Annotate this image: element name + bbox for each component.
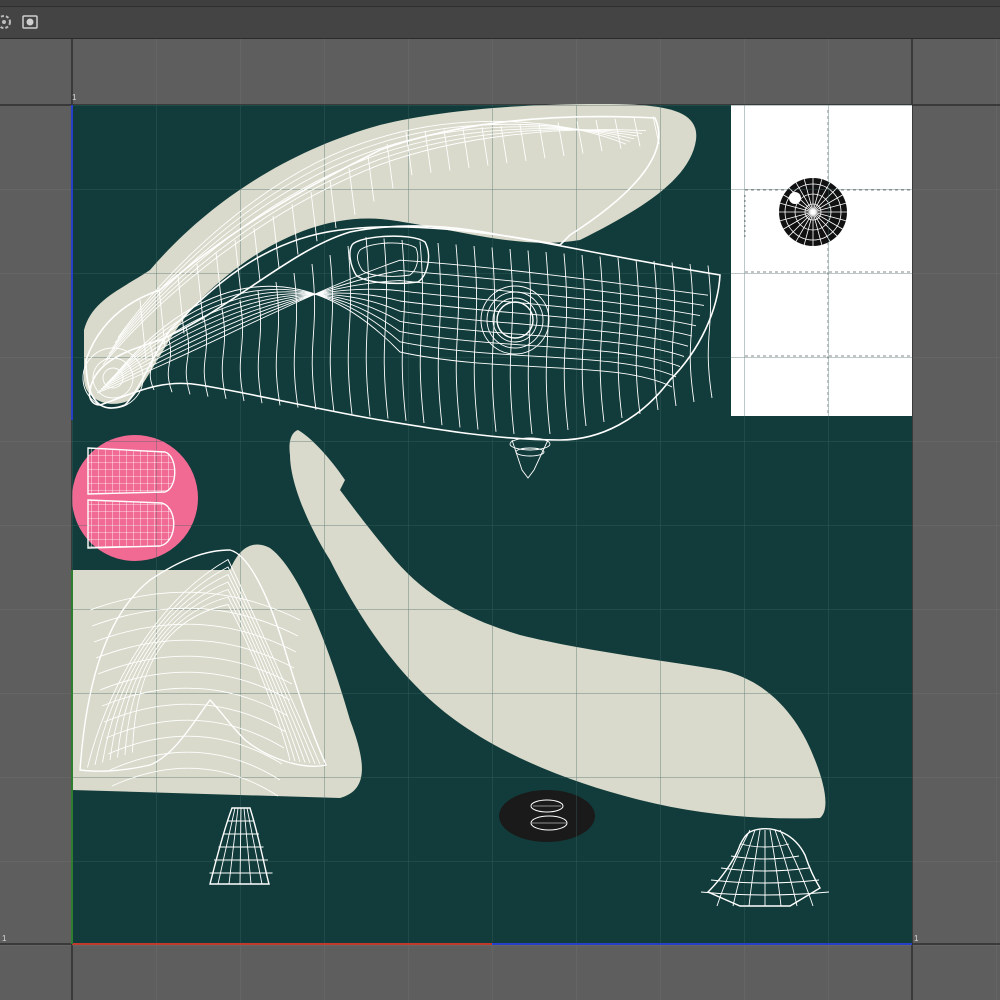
tongue-uv-shell-upper[interactable]: [87, 447, 176, 495]
uv-corner-label-bottom-right: 1: [914, 934, 919, 943]
uv-tile: [71, 104, 912, 945]
window-title-bar: [0, 0, 1000, 7]
viewport-snapshot-button[interactable]: [20, 12, 40, 32]
uv-corner-label-bottom-left: 1: [2, 934, 7, 943]
uv-editor-toolbar: [0, 7, 1000, 39]
snap-toggle-button[interactable]: [0, 12, 14, 32]
uv-viewport[interactable]: 1 1 1: [0, 39, 1000, 1000]
uv-canvas[interactable]: [0, 39, 1000, 1000]
camera-icon: [22, 15, 38, 29]
uv-corner-label-top-left: 1: [72, 93, 77, 102]
snap-toggle-icon: [0, 15, 11, 29]
tongue-uv-shell-lower[interactable]: [87, 499, 175, 549]
uv-tile-grid: [72, 105, 912, 944]
